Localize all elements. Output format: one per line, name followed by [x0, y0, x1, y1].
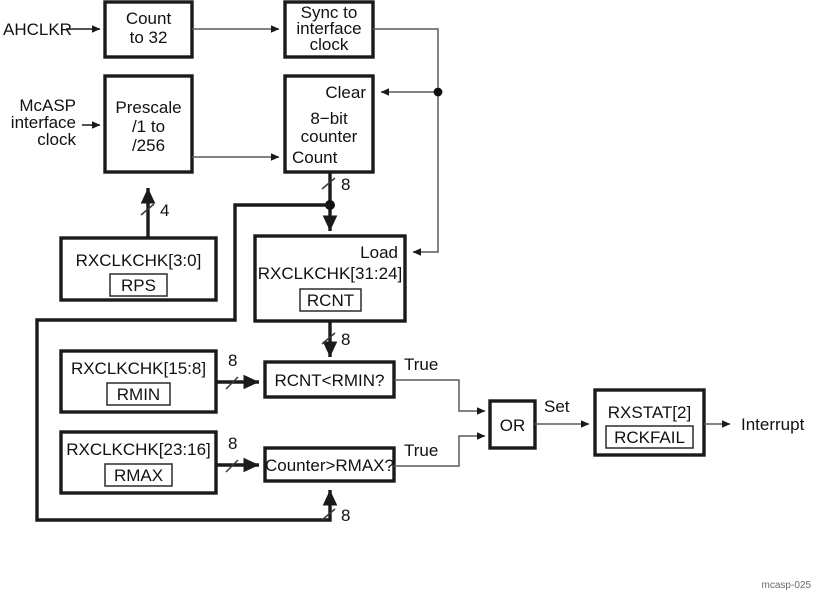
block-rckfail-register: RXSTAT[2] RCKFAIL: [593, 388, 706, 457]
bus-width-rps: 4: [160, 201, 169, 220]
rps-name-label: RPS: [121, 276, 156, 295]
bus-width-counter-feedback: 8: [341, 506, 350, 525]
prescale-line3: /256: [132, 136, 165, 155]
cmp-max-true-label: True: [404, 441, 438, 460]
block-rmin-register: RXCLKCHK[15:8] RMIN: [59, 349, 218, 414]
rmin-name-label: RMIN: [117, 385, 160, 404]
block-8bit-counter: Clear 8−bit counter Count: [283, 74, 375, 174]
block-count-to-32: Count to 32: [103, 0, 194, 59]
rcnt-name-label: RCNT: [307, 291, 354, 310]
cmp-min-label: RCNT<RMIN?: [274, 371, 384, 390]
block-prescale: Prescale /1 to /256: [103, 74, 194, 174]
cmp-max-label: Counter>RMAX?: [265, 456, 394, 475]
mcasp-clock-line3: clock: [37, 130, 76, 149]
rcnt-field-label: RXCLKCHK[31:24]: [258, 264, 403, 283]
wire-sync-to-rcnt-load: [373, 28, 439, 256]
mcasp-clock-input-group: McASP interface clock: [11, 96, 101, 149]
mcasp-clock-check-diagram: AHCLKR Count to 32 Sync to interface clo…: [0, 0, 817, 602]
block-cmp-max: Counter>RMAX?: [263, 446, 396, 483]
prescale-line2: /1 to: [132, 117, 165, 136]
rckfail-name-label: RCKFAIL: [614, 428, 685, 447]
junction-dot-sync-branch: [433, 87, 443, 97]
diagram-canvas: AHCLKR Count to 32 Sync to interface clo…: [3, 0, 812, 591]
rmax-name-label: RMAX: [114, 466, 163, 485]
block-rps-register: RXCLKCHK[3:0] RPS: [59, 236, 218, 302]
sync-line3: clock: [310, 35, 349, 54]
block-or-gate: OR: [488, 399, 537, 450]
or-set-label: Set: [544, 397, 570, 416]
wire-cmp-min-to-or: [394, 379, 486, 415]
count-to-32-line1: Count: [126, 9, 172, 28]
rcnt-load-label: Load: [360, 243, 398, 262]
bus-width-rmin: 8: [228, 351, 237, 370]
bus-width-counter-out: 8: [341, 175, 350, 194]
ahclkr-input-group: AHCLKR: [3, 20, 101, 39]
figure-id-label: mcasp-025: [762, 580, 812, 591]
or-gate-label: OR: [500, 416, 526, 435]
bus-width-rmax: 8: [228, 434, 237, 453]
block-rmax-register: RXCLKCHK[23:16] RMAX: [59, 430, 218, 495]
bus-width-rcnt-out: 8: [341, 330, 350, 349]
block-sync-to-interface-clock: Sync to interface clock: [283, 0, 375, 59]
ahclkr-label: AHCLKR: [3, 20, 72, 39]
counter8-clear-label: Clear: [325, 83, 366, 102]
cmp-min-true-label: True: [404, 355, 438, 374]
count-to-32-line2: to 32: [130, 28, 168, 47]
block-rcnt-register: Load RXCLKCHK[31:24] RCNT: [253, 234, 407, 323]
prescale-line1: Prescale: [115, 98, 181, 117]
rmin-field-label: RXCLKCHK[15:8]: [71, 359, 206, 378]
rmax-field-label: RXCLKCHK[23:16]: [66, 440, 211, 459]
counter8-line2: counter: [301, 127, 358, 146]
interrupt-label: Interrupt: [741, 415, 805, 434]
block-cmp-min: RCNT<RMIN?: [263, 360, 396, 399]
rckfail-field-label: RXSTAT[2]: [608, 403, 691, 422]
counter8-count-label: Count: [292, 148, 338, 167]
rps-field-label: RXCLKCHK[3:0]: [76, 251, 202, 270]
counter8-line1: 8−bit: [310, 109, 348, 128]
